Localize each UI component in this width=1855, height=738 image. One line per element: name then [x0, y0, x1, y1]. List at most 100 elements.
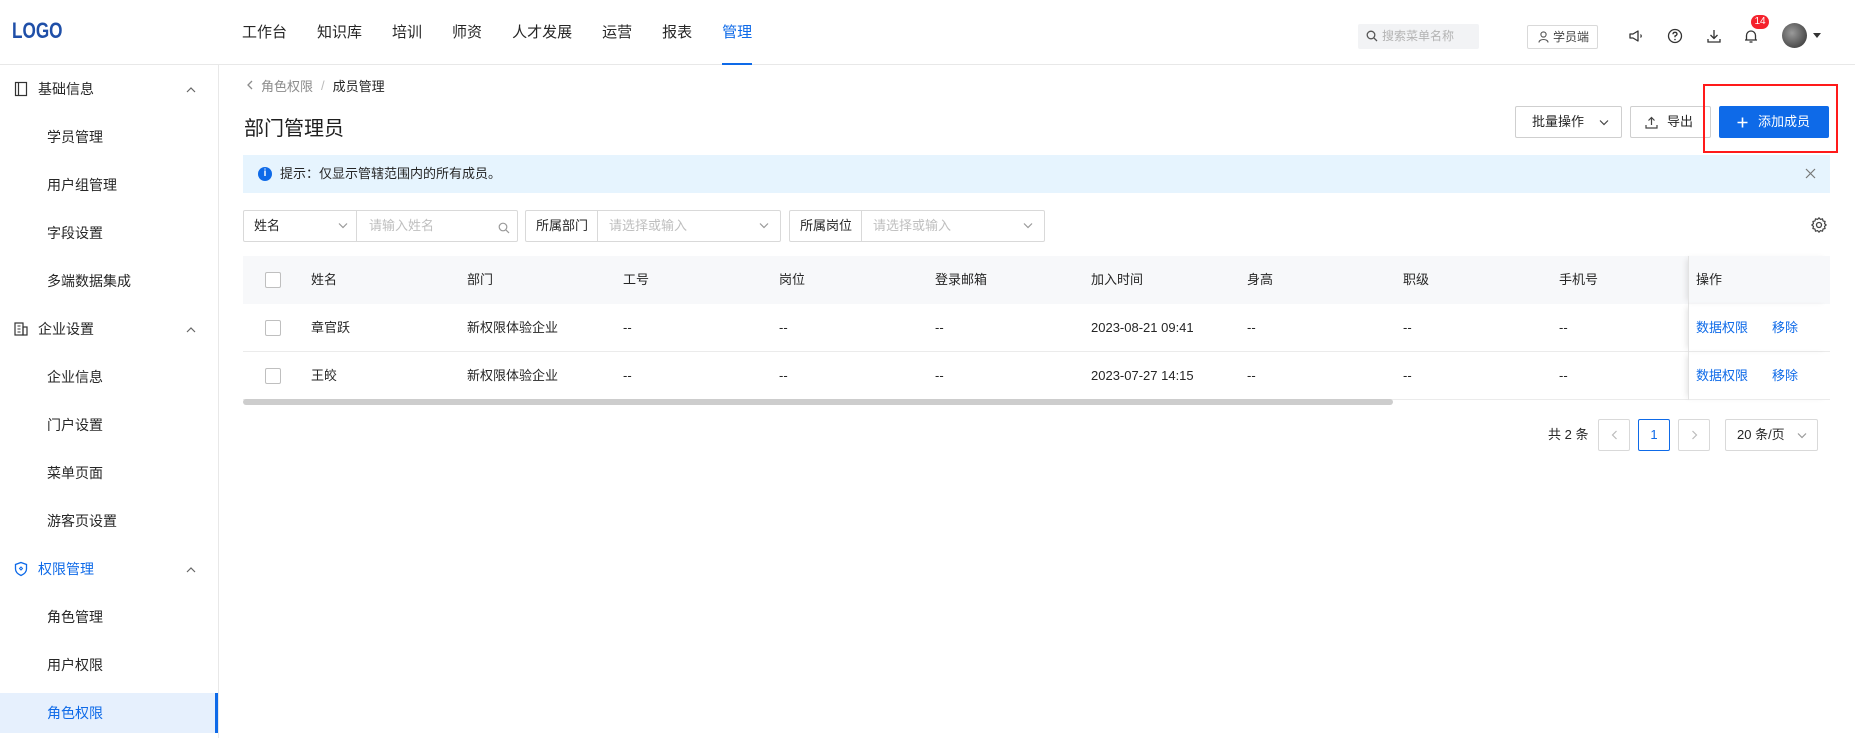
nav-item-workbench[interactable]: 工作台 — [242, 0, 287, 65]
column-header-employee-no: 工号 — [623, 272, 650, 287]
name-filter: 姓名 请输入姓名 — [243, 210, 518, 242]
top-navigation-bar: LOGO 工作台 知识库 培训 师资 人才发展 运营 报表 管理 搜索菜单名称 … — [0, 0, 1855, 65]
column-header-rank: 职级 — [1403, 272, 1430, 287]
nav-item-training[interactable]: 培训 — [392, 0, 422, 65]
gear-icon[interactable] — [1810, 216, 1828, 234]
sidebar-item-portal-settings[interactable]: 门户设置 — [0, 405, 218, 445]
alert-text: 提示：仅显示管辖范围内的所有成员。 — [280, 166, 502, 181]
batch-operation-label: 批量操作 — [1532, 114, 1585, 129]
cell-height: -- — [1247, 320, 1256, 335]
cell-height: -- — [1247, 368, 1256, 383]
student-portal-button[interactable]: 学员端 — [1527, 25, 1598, 49]
nav-item-knowledge[interactable]: 知识库 — [317, 0, 362, 65]
search-icon[interactable] — [498, 222, 510, 234]
info-alert: i 提示：仅显示管辖范围内的所有成员。 — [243, 155, 1830, 193]
cell-name: 章官跃 — [311, 320, 351, 335]
book-icon — [14, 81, 28, 97]
cell-email: -- — [935, 368, 944, 383]
close-icon[interactable] — [1805, 168, 1816, 179]
data-permission-link[interactable]: 数据权限 — [1696, 352, 1748, 400]
sidebar-group-label: 权限管理 — [38, 561, 94, 577]
sidebar-item-menu-pages[interactable]: 菜单页面 — [0, 453, 218, 493]
row-actions: 数据权限 移除 — [1688, 352, 1830, 400]
table-row: 王皎 新权限体验企业 -- -- -- 2023-07-27 14:15 -- … — [243, 352, 1830, 400]
page-title: 部门管理员 — [244, 118, 344, 140]
column-header-actions: 操作 — [1696, 272, 1723, 287]
sidebar-item-user-groups[interactable]: 用户组管理 — [0, 165, 218, 205]
batch-operation-button[interactable]: 批量操作 — [1515, 106, 1622, 138]
help-icon[interactable] — [1666, 27, 1684, 45]
remove-link[interactable]: 移除 — [1772, 304, 1798, 352]
prev-page-button[interactable] — [1598, 419, 1630, 451]
download-icon[interactable] — [1705, 27, 1723, 45]
nav-item-manage[interactable]: 管理 — [722, 0, 753, 65]
page-size-select[interactable]: 20 条/页 — [1725, 419, 1818, 451]
name-filter-select[interactable]: 姓名 — [244, 211, 357, 241]
column-header-phone: 手机号 — [1559, 272, 1599, 287]
pagination-total: 共 2 条 — [1548, 427, 1589, 442]
caret-down-icon[interactable] — [1813, 33, 1821, 38]
sidebar-item-student-management[interactable]: 学员管理 — [0, 117, 218, 157]
student-portal-label: 学员端 — [1553, 30, 1590, 44]
column-header-email: 登录邮箱 — [935, 272, 988, 287]
row-checkbox[interactable] — [265, 320, 281, 336]
sidebar-group-enterprise-settings[interactable]: 企业设置 — [0, 305, 218, 353]
column-header-name: 姓名 — [311, 272, 338, 287]
sidebar-group-permission-management[interactable]: 权限管理 — [0, 545, 218, 593]
chevron-down-icon — [1797, 433, 1807, 439]
post-select[interactable]: 请选择或输入 — [873, 211, 951, 241]
cell-employee-no: -- — [623, 320, 632, 335]
upload-icon — [1645, 116, 1658, 129]
sidebar-item-guest-page[interactable]: 游客页设置 — [0, 501, 218, 541]
table-row: 章官跃 新权限体验企业 -- -- -- 2023-08-21 09:41 --… — [243, 304, 1830, 352]
bell-icon[interactable] — [1742, 27, 1760, 45]
chevron-up-icon — [186, 327, 196, 333]
department-select[interactable]: 请选择或输入 — [609, 211, 687, 241]
building-icon — [14, 322, 28, 336]
sidebar-group-basic-info[interactable]: 基础信息 — [0, 65, 218, 113]
breadcrumb-parent-link[interactable]: 角色权限 — [261, 76, 313, 95]
page-button-current[interactable]: 1 — [1638, 419, 1670, 451]
cell-rank: -- — [1403, 320, 1412, 335]
name-search-input[interactable]: 请输入姓名 — [369, 211, 434, 241]
sidebar-item-data-integration[interactable]: 多端数据集成 — [0, 261, 218, 301]
menu-search-input[interactable]: 搜索菜单名称 — [1358, 24, 1479, 49]
row-actions: 数据权限 移除 — [1688, 304, 1830, 352]
logo: LOGO — [12, 18, 63, 43]
nav-item-teachers[interactable]: 师资 — [452, 0, 482, 65]
column-header-joined-time: 加入时间 — [1091, 272, 1144, 287]
chevron-down-icon — [759, 223, 769, 229]
cell-joined-time: 2023-08-21 09:41 — [1091, 320, 1194, 335]
chevron-left-icon — [1611, 430, 1617, 440]
cell-department: 新权限体验企业 — [467, 368, 559, 383]
cell-post: -- — [779, 320, 788, 335]
next-page-button[interactable] — [1678, 419, 1710, 451]
sidebar-item-user-permissions[interactable]: 用户权限 — [0, 645, 218, 685]
nav-item-operation[interactable]: 运营 — [602, 0, 632, 65]
breadcrumb-current: 成员管理 — [332, 78, 385, 94]
sidebar-item-enterprise-info[interactable]: 企业信息 — [0, 357, 218, 397]
chevron-right-icon — [1691, 430, 1697, 440]
sidebar-item-role-permissions[interactable]: 角色权限 — [0, 693, 218, 733]
shield-icon — [14, 561, 28, 577]
remove-link[interactable]: 移除 — [1772, 352, 1798, 400]
chevron-down-icon — [1599, 120, 1609, 126]
sidebar-item-role-management[interactable]: 角色管理 — [0, 597, 218, 637]
department-filter: 所属部门 请选择或输入 — [525, 210, 781, 242]
sidebar-item-field-settings[interactable]: 字段设置 — [0, 213, 218, 253]
nav-item-reports[interactable]: 报表 — [662, 0, 692, 65]
avatar[interactable] — [1782, 23, 1807, 48]
search-placeholder: 搜索菜单名称 — [1382, 29, 1455, 43]
row-checkbox[interactable] — [265, 368, 281, 384]
nav-item-talent[interactable]: 人才发展 — [512, 0, 572, 65]
column-header-height: 身高 — [1247, 272, 1274, 287]
horizontal-scrollbar[interactable] — [243, 399, 1393, 405]
sidebar: 基础信息 学员管理 用户组管理 字段设置 多端数据集成 企业设置 企业信息 门户… — [0, 65, 219, 738]
data-permission-link[interactable]: 数据权限 — [1696, 304, 1748, 352]
export-button[interactable]: 导出 — [1630, 106, 1711, 138]
chevron-left-icon[interactable] — [245, 80, 255, 90]
cell-name: 王皎 — [311, 368, 338, 383]
megaphone-icon[interactable] — [1627, 27, 1645, 45]
select-all-checkbox[interactable] — [265, 272, 281, 288]
cell-employee-no: -- — [623, 368, 632, 383]
